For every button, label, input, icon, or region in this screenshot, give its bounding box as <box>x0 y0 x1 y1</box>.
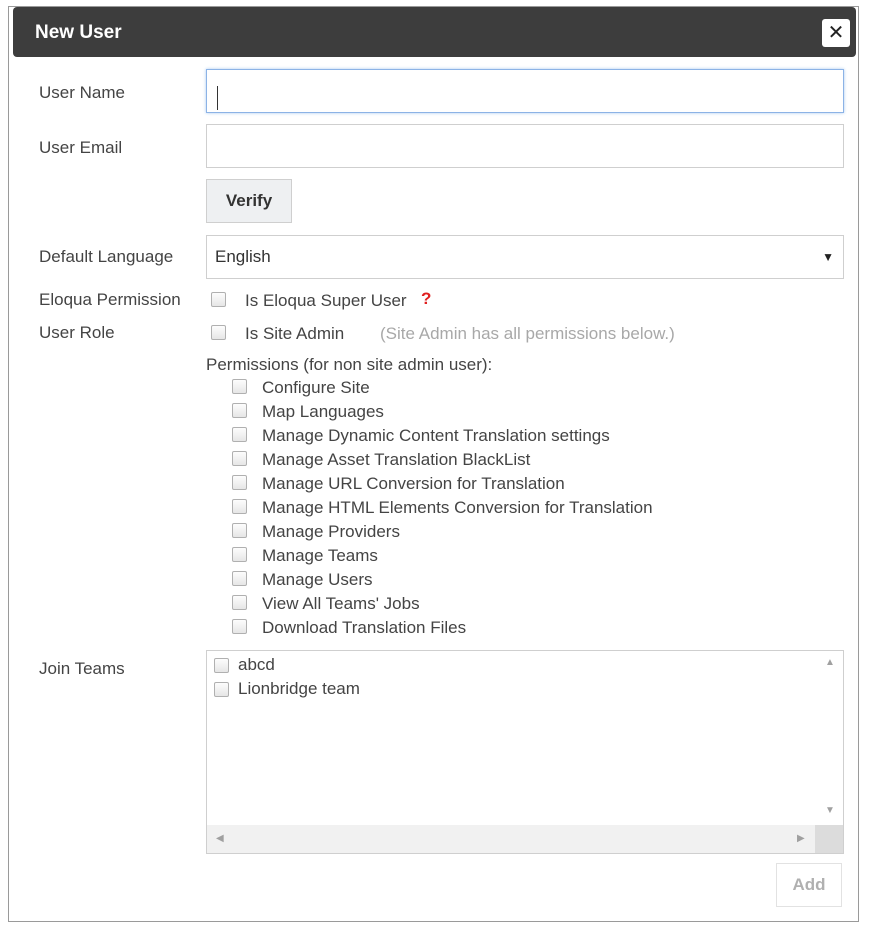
permission-checkbox[interactable] <box>232 547 247 562</box>
site-admin-note: (Site Admin has all permissions below.) <box>380 324 675 343</box>
permission-label: Configure Site <box>262 378 370 397</box>
scroll-down-icon[interactable]: ▼ <box>825 805 835 816</box>
add-button[interactable]: Add <box>776 863 842 907</box>
permission-checkbox[interactable] <box>232 619 247 634</box>
permission-label: Manage HTML Elements Conversion for Tran… <box>262 498 653 517</box>
user-email-label: User Email <box>39 138 123 157</box>
permission-checkbox[interactable] <box>232 523 247 538</box>
horizontal-scrollbar[interactable]: ◀ ▶ <box>207 825 815 853</box>
default-language-label: Default Language <box>39 247 174 266</box>
permission-label: Map Languages <box>262 402 384 421</box>
permission-checkbox[interactable] <box>232 499 247 514</box>
vertical-scrollbar[interactable]: ▲ ▼ <box>815 651 843 825</box>
permission-checkbox[interactable] <box>232 451 247 466</box>
permission-checkbox[interactable] <box>232 403 247 418</box>
close-button[interactable]: ✕ <box>822 19 850 47</box>
team-checkbox[interactable] <box>214 682 229 697</box>
dialog-title: New User <box>35 22 122 43</box>
team-label: abcd <box>238 655 275 674</box>
permission-label: Manage Providers <box>262 522 400 541</box>
site-admin-checkbox[interactable] <box>211 325 226 340</box>
scrollbar-corner <box>815 825 843 853</box>
team-checkbox[interactable] <box>214 658 229 673</box>
dialog-titlebar: New User ✕ <box>13 7 856 57</box>
permission-label: Manage URL Conversion for Translation <box>262 474 565 493</box>
eloqua-permission-label: Eloqua Permission <box>39 290 181 309</box>
permission-label: Manage Asset Translation BlackList <box>262 450 531 469</box>
scroll-left-icon[interactable]: ◀ <box>216 833 224 844</box>
close-icon: ✕ <box>827 22 845 44</box>
permission-checkbox[interactable] <box>232 571 247 586</box>
user-name-label: User Name <box>39 83 125 102</box>
join-teams-label: Join Teams <box>39 659 125 678</box>
new-user-dialog: New User ✕ User Name User Email Verify D… <box>8 6 859 922</box>
help-icon[interactable]: ? <box>421 289 431 309</box>
permission-label: View All Teams' Jobs <box>262 594 420 613</box>
permission-checkbox[interactable] <box>232 595 247 610</box>
scroll-up-icon[interactable]: ▲ <box>825 657 835 668</box>
permission-label: Download Translation Files <box>262 618 467 637</box>
dropdown-arrow-icon: ▼ <box>822 250 834 264</box>
default-language-value: English <box>215 247 271 266</box>
permission-checkbox[interactable] <box>232 475 247 490</box>
scroll-right-icon[interactable]: ▶ <box>797 833 805 844</box>
default-language-select[interactable]: English ▼ <box>206 235 844 279</box>
permission-checkbox[interactable] <box>232 427 247 442</box>
permission-label: Manage Users <box>262 570 373 589</box>
site-admin-label: Is Site Admin <box>245 324 345 343</box>
eloqua-super-user-label: Is Eloqua Super User <box>245 291 407 310</box>
permission-checkbox[interactable] <box>232 379 247 394</box>
teams-list[interactable]: abcd Lionbridge team ▲ ▼ ◀ ▶ <box>206 650 844 854</box>
user-name-input[interactable] <box>206 69 844 113</box>
user-role-label: User Role <box>39 323 115 342</box>
permissions-heading: Permissions (for non site admin user): <box>206 355 493 374</box>
text-caret <box>217 86 218 110</box>
eloqua-super-user-checkbox[interactable] <box>211 292 226 307</box>
verify-button[interactable]: Verify <box>206 179 292 223</box>
user-email-input[interactable] <box>206 124 844 168</box>
team-label: Lionbridge team <box>238 679 360 698</box>
permission-label: Manage Dynamic Content Translation setti… <box>262 426 610 445</box>
permission-label: Manage Teams <box>262 546 378 565</box>
